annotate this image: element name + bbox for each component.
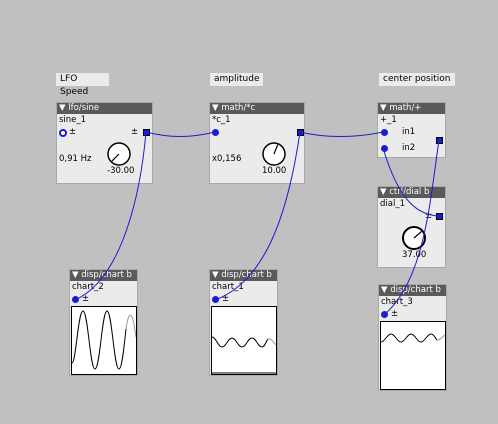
label-amplitude: amplitude (210, 73, 263, 86)
mulc-amount-knob[interactable] (261, 141, 287, 167)
label-lfo-speed: LFO Speed (56, 73, 109, 97)
chart-1-inlet[interactable] (212, 296, 219, 303)
chart-2-trace (72, 310, 127, 370)
mulc-factor-readout: x0,156 (212, 154, 242, 164)
chart-2-instance-name: chart_2 (72, 282, 104, 292)
mulc-input-inlet[interactable] (212, 129, 219, 136)
cord-lfo-to-mulc (145, 131, 216, 137)
lfo-pitch-knob[interactable] (106, 141, 132, 167)
math-mulc-object[interactable]: ▼ math/*c *c_1 x0,156 10.00 (209, 102, 305, 184)
dial-value: 37.00 (402, 250, 427, 260)
cord-mulc-to-add (299, 131, 384, 137)
mulc-knob-value: 10.00 (262, 166, 287, 176)
mulc-output-outlet[interactable] (297, 129, 304, 136)
dial-knob[interactable] (401, 225, 427, 251)
add-output-outlet[interactable] (436, 137, 443, 144)
chart-3-pm-label: ± (391, 309, 399, 319)
chart-3-header[interactable]: ▼ disp/chart b (379, 285, 446, 296)
math-mulc-header[interactable]: ▼ math/*c (210, 103, 304, 114)
ctrl-dial-object[interactable]: ▼ ctrl/dial b dial_1 ± 37.00 (377, 186, 446, 268)
chart-1-trace-svg (212, 336, 276, 374)
chart-1-instance-name: chart_1 (212, 282, 244, 292)
add-instance-name: +_1 (380, 115, 397, 125)
chart-1-plot (211, 306, 277, 375)
math-add-header[interactable]: ▼ math/+ (378, 103, 445, 114)
chart-3-instance-name: chart_3 (381, 297, 413, 307)
chart-1-trace-faded (267, 338, 276, 346)
chart-2-pm-label: ± (82, 294, 90, 304)
ctrl-dial-header[interactable]: ▼ ctrl/dial b (378, 187, 445, 198)
chart-2-trace-faded (125, 314, 136, 338)
math-add-object[interactable]: ▼ math/+ +_1 in1 in2 (377, 102, 446, 158)
lfo-sine-header[interactable]: ▼ lfo/sine (57, 103, 152, 114)
lfo-wave-outlet[interactable] (143, 129, 150, 136)
chart-2-object[interactable]: ▼ disp/chart b chart_2 ± (69, 269, 138, 376)
mulc-instance-name: *c_1 (212, 115, 231, 125)
lfo-inlet-pm-label: ± (69, 127, 77, 137)
add-in1-label: in1 (402, 127, 416, 137)
chart-2-header[interactable]: ▼ disp/chart b (70, 270, 137, 281)
chart-1-pm-label: ± (222, 294, 230, 304)
chart-3-trace-svg (381, 333, 445, 343)
chart-3-trace (381, 333, 438, 343)
chart-1-object[interactable]: ▼ disp/chart b chart_1 ± (209, 269, 278, 376)
chart-3-trace-faded (436, 334, 445, 341)
chart-1-trace (212, 336, 269, 348)
chart-1-header[interactable]: ▼ disp/chart b (210, 270, 277, 281)
lfo-frequency-readout: 0,91 Hz (59, 154, 92, 164)
dial-output-outlet[interactable] (436, 213, 443, 220)
lfo-sine-object[interactable]: ▼ lfo/sine sine_1 ± ± 0,91 Hz -30.00 (56, 102, 153, 184)
add-in1-inlet[interactable] (381, 129, 388, 136)
chart-2-inlet[interactable] (72, 296, 79, 303)
chart-3-plot (380, 321, 446, 390)
chart-3-inlet[interactable] (381, 311, 388, 318)
lfo-reset-inlet[interactable] (59, 129, 67, 137)
chart-2-plot (71, 306, 137, 375)
chart-3-object[interactable]: ▼ disp/chart b chart_3 ± (378, 284, 447, 391)
label-center-position: center position (379, 73, 455, 86)
dial-instance-name: dial_1 (380, 199, 405, 209)
add-in2-label: in2 (402, 143, 416, 153)
lfo-outlet-pm-label: ± (131, 127, 139, 137)
add-in2-inlet[interactable] (381, 145, 388, 152)
chart-2-trace-svg (72, 310, 136, 370)
dial-outlet-pm-label: ± (425, 211, 433, 221)
lfo-instance-name: sine_1 (59, 115, 87, 125)
lfo-knob-value: -30.00 (107, 166, 135, 176)
